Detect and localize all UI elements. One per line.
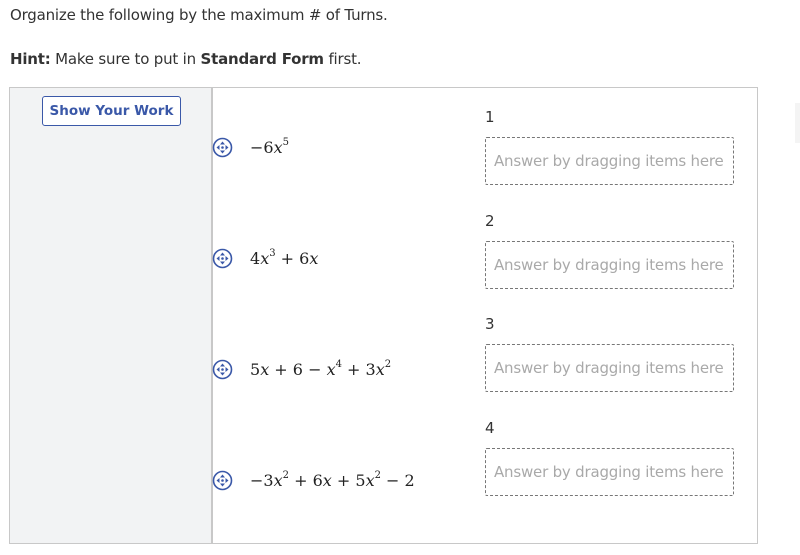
slot-label-1: 1	[485, 108, 495, 126]
hint-bold: Standard Form	[200, 50, 325, 68]
question-prompt: Organize the following by the maximum # …	[10, 6, 388, 24]
draggable-item[interactable]: 4x3 + 6x	[212, 248, 318, 269]
drag-move-icon[interactable]	[212, 470, 233, 491]
drag-move-icon[interactable]	[212, 248, 233, 269]
drop-zone-4[interactable]: Answer by dragging items here	[485, 448, 734, 496]
hint-text-1: Make sure to put in	[50, 50, 201, 68]
drop-zone-1[interactable]: Answer by dragging items here	[485, 137, 734, 185]
slot-label-4: 4	[485, 419, 495, 437]
draggable-item[interactable]: 5x + 6 − x4 + 3x2	[212, 359, 391, 380]
question-hint: Hint: Make sure to put in Standard Form …	[10, 50, 362, 68]
drag-move-icon[interactable]	[212, 359, 233, 380]
expression: −6x5	[250, 137, 289, 158]
side-tab	[795, 103, 800, 143]
drop-zone-2[interactable]: Answer by dragging items here	[485, 241, 734, 289]
expression: 5x + 6 − x4 + 3x2	[250, 359, 392, 380]
hint-label: Hint:	[10, 50, 51, 68]
draggable-item[interactable]: −3x2 + 6x + 5x2 − 2	[212, 470, 415, 491]
slot-label-2: 2	[485, 212, 495, 230]
expression: −3x2 + 6x + 5x2 − 2	[250, 470, 415, 491]
show-your-work-button[interactable]: Show Your Work	[42, 96, 181, 126]
expression: 4x3 + 6x	[250, 248, 319, 269]
drag-move-icon[interactable]	[212, 137, 233, 158]
slot-label-3: 3	[485, 315, 495, 333]
draggable-item[interactable]: −6x5	[212, 137, 289, 158]
hint-text-2: first.	[323, 50, 362, 68]
work-column: Show Your Work	[10, 88, 213, 543]
drop-zone-3[interactable]: Answer by dragging items here	[485, 344, 734, 392]
